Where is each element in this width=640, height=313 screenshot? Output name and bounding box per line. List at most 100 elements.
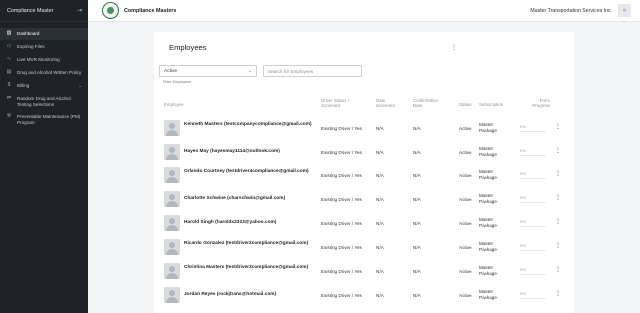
table-row[interactable]: Jordan Reyes (rockjtrans@hotmail.com) Exi… <box>154 283 574 307</box>
form-progress: 0% <box>520 196 546 203</box>
document-icon: ▤ <box>6 69 12 76</box>
user-avatar[interactable]: ● <box>618 4 631 17</box>
confirmation-date: N/A <box>413 293 421 298</box>
form-progress: 0% <box>520 149 546 156</box>
column-form-progress[interactable]: Form Progress <box>528 98 550 108</box>
employee-name[interactable]: Christina Masters (testdriver3compliance… <box>184 265 314 271</box>
column-subscription[interactable]: Subscription <box>479 102 503 107</box>
column-driver-status[interactable]: Driver Status / Screened <box>321 98 361 108</box>
date-screened: N/A <box>376 221 384 226</box>
table-row[interactable]: Harold Singh (haroldx2323@yahoo.com) Exis… <box>154 211 574 235</box>
table-row[interactable]: Charlotte Schwine (charschwin@gmail.com)… <box>154 187 574 211</box>
status-filter-select[interactable]: Active ⌄ <box>159 65 257 77</box>
chevron-down-icon: ⌄ <box>248 68 252 73</box>
driver-status: Existing Driver / Yes <box>321 173 362 178</box>
row-actions-icon[interactable]: ⋮ <box>555 123 561 130</box>
form-progress-value: 0% <box>520 244 526 248</box>
column-status[interactable]: Status <box>459 102 471 107</box>
more-options-icon[interactable]: ⋮ <box>451 44 457 51</box>
column-date-screened[interactable]: Date Screened <box>376 98 398 108</box>
sidebar-item-preventable-maintenance-pm-program[interactable]: ⚒ Preventable Maintenance (PM) Program <box>0 111 88 128</box>
employee-name[interactable]: Charlotte Schwine (charschwin@gmail.com) <box>184 196 314 202</box>
table-header: Employee Driver Status / Screened Date S… <box>154 96 574 110</box>
search-input[interactable] <box>263 65 362 77</box>
sidebar-item-label: Drug and Alcohol Written Policy <box>17 70 82 75</box>
row-actions-icon[interactable]: ⋮ <box>555 170 561 177</box>
subscription: Master Package <box>479 193 497 204</box>
subscription: Master Package <box>479 122 497 133</box>
progress-bar <box>520 226 546 227</box>
employee-name[interactable]: Harold Singh (haroldx2323@yahoo.com) <box>184 220 314 226</box>
driver-status: Existing Driver / Yes <box>321 150 362 155</box>
date-screened: N/A <box>376 126 384 131</box>
date-screened: N/A <box>376 269 384 274</box>
form-progress-value: 0% <box>520 268 526 272</box>
table-row[interactable]: Orlando Courtney (testdriver4compliance@… <box>154 163 574 187</box>
sidebar-item-drug-and-alcohol-written-policy[interactable]: ▤ Drug and Alcohol Written Policy <box>0 67 88 79</box>
form-progress: 0% <box>520 268 546 275</box>
collapse-left-icon[interactable]: ⇥ <box>77 7 82 14</box>
date-screened: N/A <box>376 150 384 155</box>
employee-name[interactable]: Jordan Reyes (rockjtrans@hotmail.com) <box>184 292 314 298</box>
employee-name[interactable]: Kenneth Masters (testcompanycompliance@g… <box>184 122 314 128</box>
subscription: Master Package <box>479 146 497 157</box>
sidebar-header: Compliance Master ⇥ <box>0 0 88 22</box>
progress-bar <box>520 202 546 203</box>
row-actions-icon[interactable]: ⋮ <box>555 147 561 154</box>
row-actions-icon[interactable]: ⋮ <box>555 194 561 201</box>
sidebar-title: Compliance Master <box>7 7 54 14</box>
sidebar-item-live-mvr-monitoring[interactable]: ∿ Live MVR Monitoring <box>0 54 88 66</box>
progress-bar <box>520 131 546 132</box>
pulse-icon: ∿ <box>6 56 12 63</box>
row-actions-icon[interactable]: ⋮ <box>555 242 561 249</box>
form-progress-value: 0% <box>520 149 526 153</box>
date-screened: N/A <box>376 293 384 298</box>
employee-photo <box>164 263 180 279</box>
progress-bar <box>520 178 546 179</box>
employees-card: Employees ⋮ Active ⌄ Filter Employees Em… <box>154 32 574 313</box>
status-badge: Active <box>459 269 472 274</box>
sidebar-item-label: Expiring Files <box>17 44 45 49</box>
sidebar-item-expiring-files[interactable]: ▭ Expiring Files <box>0 41 88 53</box>
sidebar-menu: ▥ Dashboard ▭ Expiring Files ∿ Live MVR Monit… <box>0 28 88 128</box>
confirmation-date: N/A <box>413 221 421 226</box>
status-badge: Active <box>459 150 472 155</box>
date-screened: N/A <box>376 197 384 202</box>
form-progress: 0% <box>520 244 546 251</box>
date-screened: N/A <box>376 173 384 178</box>
row-actions-icon[interactable]: ⋮ <box>555 266 561 273</box>
column-employee[interactable]: Employee <box>164 102 184 107</box>
employee-name[interactable]: Ricardo Gonzalez (testdriver2compliance@… <box>184 241 314 247</box>
company-name[interactable]: Master Transportation Services Inc. <box>530 8 612 14</box>
filter-label: Filter Employees <box>163 80 192 84</box>
company-logo[interactable] <box>102 2 119 19</box>
employee-name[interactable]: Orlando Courtney (testdriver4compliance@… <box>184 169 314 175</box>
sidebar-item-billing[interactable]: $ Billing ⌄ <box>0 80 88 92</box>
row-actions-icon[interactable]: ⋮ <box>555 290 561 297</box>
status-badge: Active <box>459 293 472 298</box>
table-row[interactable]: Ricardo Gonzalez (testdriver2compliance@… <box>154 235 574 259</box>
employee-photo <box>164 287 180 303</box>
table-row[interactable]: Kenneth Masters (testcompanycompliance@g… <box>154 116 574 140</box>
confirmation-date: N/A <box>413 150 421 155</box>
chevron-down-icon[interactable]: ⌄ <box>78 83 82 89</box>
form-progress-value: 0% <box>520 172 526 176</box>
sidebar-item-dashboard[interactable]: ▥ Dashboard <box>0 28 88 40</box>
employee-name[interactable]: Hayes May (hayesmay1114@outlook.com) <box>184 149 314 155</box>
status-badge: Active <box>459 173 472 178</box>
progress-bar <box>520 250 546 251</box>
employee-photo <box>164 144 180 160</box>
form-progress-value: 0% <box>520 292 526 296</box>
progress-bar <box>520 298 546 299</box>
table-row[interactable]: Hayes May (hayesmay1114@outlook.com) Exis… <box>154 140 574 164</box>
row-actions-icon[interactable]: ⋮ <box>555 218 561 225</box>
driver-status: Existing Driver / Yes <box>321 269 362 274</box>
sidebar: Compliance Master ⇥ ▥ Dashboard ▭ Expiring … <box>0 0 88 313</box>
sidebar-item-random-drug-and-alcohol-testing-selections[interactable]: ⇄ Random Drug and Alcohol Testing Selecti… <box>0 93 88 110</box>
confirmation-date: N/A <box>413 173 421 178</box>
column-confirmation-date[interactable]: Confirmation Date <box>413 98 445 108</box>
table-row[interactable]: Christina Masters (testdriver3compliance… <box>154 259 574 283</box>
progress-bar <box>520 274 546 275</box>
dollar-icon: $ <box>7 82 11 89</box>
form-progress: 0% <box>520 292 546 299</box>
